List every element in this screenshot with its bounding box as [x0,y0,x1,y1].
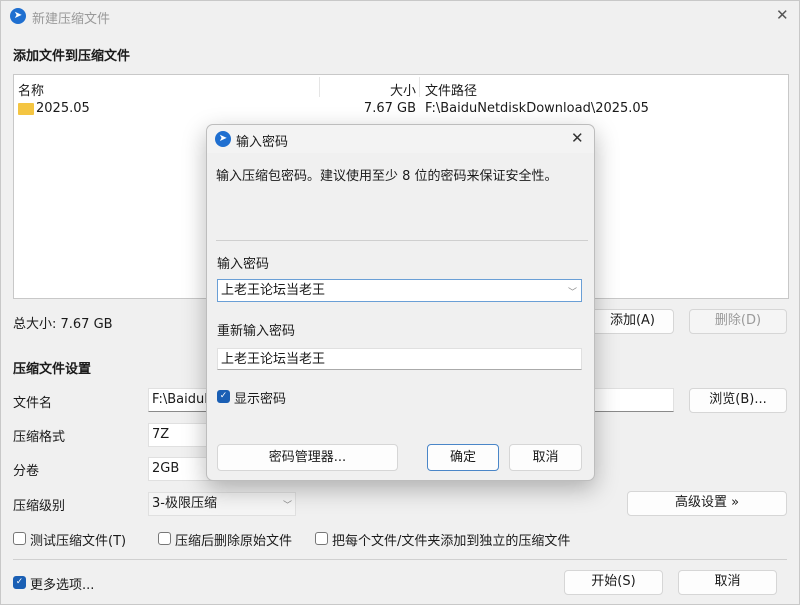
level-value: 3-极限压缩 [152,496,217,511]
app-logo-icon: ➤ [10,8,26,24]
cancel-button[interactable]: 取消 [678,570,777,595]
folder-icon [18,103,34,115]
column-size[interactable]: 大小 [320,80,416,99]
files-heading: 添加文件到压缩文件 [13,49,131,64]
dialog-cancel-button[interactable]: 取消 [509,444,582,471]
password-value: 上老王论坛当老王 [221,283,326,298]
divider [216,240,588,241]
chevron-down-icon[interactable]: ﹀ [568,285,577,298]
separate-archives-checkbox[interactable] [315,532,328,545]
column-divider [419,77,420,97]
level-select[interactable]: 3-极限压缩 [148,492,296,516]
close-icon[interactable]: ✕ [776,6,789,24]
browse-button[interactable]: 浏览(B)... [689,388,787,413]
dialog-title: 输入密码 [236,135,289,150]
confirm-password-input[interactable]: 上老王论坛当老王 [217,348,582,370]
test-archive-label: 测试压缩文件(T) [30,534,127,549]
password-dialog: ➤ 输入密码 ✕ 输入压缩包密码。建议使用至少 8 位的密码来保证安全性。 输入… [206,124,595,481]
file-name: 2025.05 [36,101,90,116]
delete-button[interactable]: 删除(D) [689,309,787,334]
column-name[interactable]: 名称 [18,80,44,99]
table-row[interactable]: 2025.05 7.67 GB F:\BaiduNetdiskDownload\… [18,101,788,119]
delete-after-checkbox[interactable] [158,532,171,545]
password-manager-button[interactable]: 密码管理器... [217,444,398,471]
add-button[interactable]: 添加(A) [591,309,674,334]
confirm-password-label: 重新输入密码 [217,324,296,339]
close-icon[interactable]: ✕ [571,129,584,147]
chevron-down-icon: ﹀ [283,501,293,511]
app-logo-icon: ➤ [215,131,231,147]
total-size: 总大小: 7.67 GB [13,317,113,332]
more-options-checkbox[interactable]: ✓ [13,576,26,589]
start-button[interactable]: 开始(S) [564,570,663,595]
test-archive-checkbox[interactable] [13,532,26,545]
file-path: F:\BaiduNetdiskDownload\2025.05 [425,101,649,116]
divider [13,559,787,560]
volume-label: 分卷 [13,464,40,479]
password-input[interactable]: 上老王论坛当老王 [217,279,582,302]
ok-button[interactable]: 确定 [427,444,499,471]
format-label: 压缩格式 [13,430,66,445]
separate-archives-label: 把每个文件/文件夹添加到独立的压缩文件 [332,534,571,549]
delete-after-label: 压缩后删除原始文件 [175,534,293,549]
more-options-label: 更多选项... [30,578,95,593]
show-password-checkbox[interactable]: ✓ [217,390,230,403]
file-size: 7.67 GB [363,101,416,116]
password-hint: 输入压缩包密码。建议使用至少 8 位的密码来保证安全性。 [216,169,558,184]
column-path[interactable]: 文件路径 [425,80,477,99]
advanced-settings-button[interactable]: 高级设置 » [627,491,787,516]
show-password-label: 显示密码 [234,392,287,407]
settings-heading: 压缩文件设置 [13,362,92,377]
level-label: 压缩级别 [13,499,66,514]
filename-label: 文件名 [13,396,53,411]
password-label: 输入密码 [217,257,270,272]
window-title: 新建压缩文件 [32,12,111,27]
